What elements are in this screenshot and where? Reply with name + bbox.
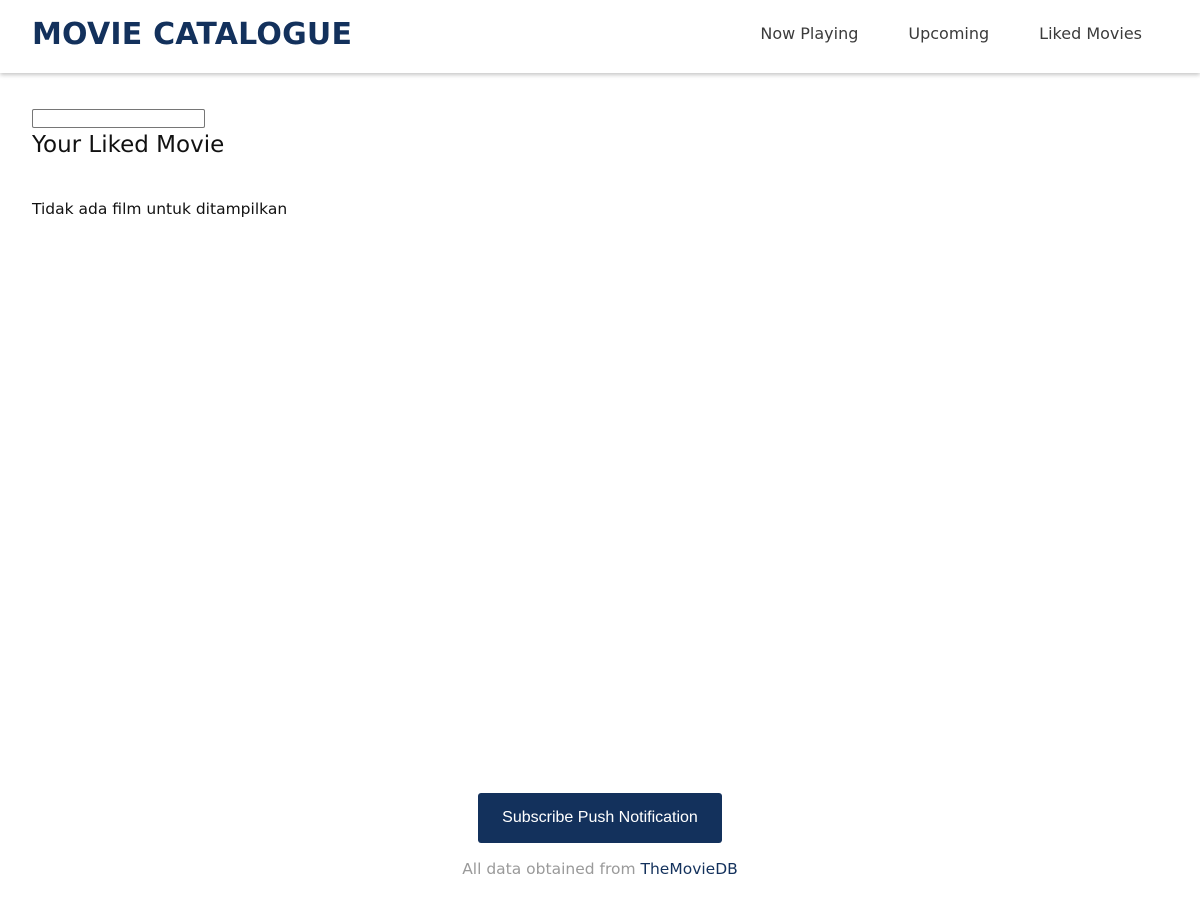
- main-nav: Now Playing Upcoming Liked Movies: [760, 24, 1142, 43]
- credit-prefix: All data obtained from: [462, 860, 641, 878]
- search-input[interactable]: [32, 109, 205, 128]
- nav-link-upcoming[interactable]: Upcoming: [908, 24, 989, 43]
- page-title: Your Liked Movie: [32, 132, 225, 158]
- empty-state-message: Tidak ada film untuk ditampilkan: [32, 200, 288, 218]
- app-root: MOVIE CATALOGUE Now Playing Upcoming Lik…: [0, 0, 1200, 900]
- nav-item-now-playing: Now Playing: [760, 24, 858, 43]
- app-footer: Subscribe Push Notification All data obt…: [0, 793, 1200, 878]
- brand-logo[interactable]: MOVIE CATALOGUE: [32, 17, 352, 52]
- app-header: MOVIE CATALOGUE Now Playing Upcoming Lik…: [0, 0, 1200, 73]
- data-credit: All data obtained from TheMovieDB: [0, 860, 1200, 878]
- nav-item-upcoming: Upcoming: [908, 24, 989, 43]
- nav-item-liked-movies: Liked Movies: [1039, 24, 1142, 43]
- themoviedb-link[interactable]: TheMovieDB: [641, 860, 738, 878]
- nav-link-now-playing[interactable]: Now Playing: [760, 24, 858, 43]
- nav-link-liked-movies[interactable]: Liked Movies: [1039, 24, 1142, 43]
- subscribe-push-notification-button[interactable]: Subscribe Push Notification: [478, 793, 722, 843]
